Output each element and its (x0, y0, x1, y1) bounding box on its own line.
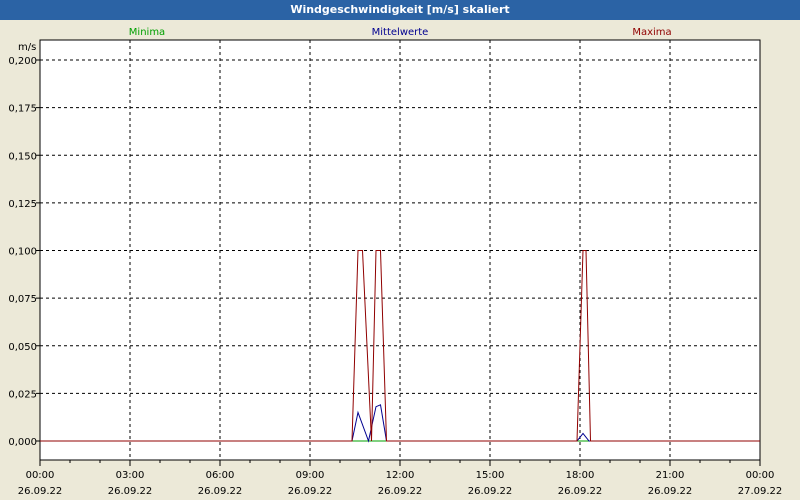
y-tick-label: 0,175 (8, 104, 37, 115)
x-tick-date: 26.09.22 (558, 486, 603, 497)
x-tick-date: 26.09.22 (468, 486, 513, 497)
y-tick-label: 0,025 (8, 389, 37, 400)
window-title: Windgeschwindigkeit [m/s] skaliert (0, 0, 800, 20)
x-tick-time: 12:00 (386, 470, 415, 481)
legend-entry-minima: Minima (129, 27, 165, 38)
x-axis: 00:00 26.09.22 03:00 26.09.22 06:00 26.09.22 0… (18, 460, 783, 497)
x-tick-date: 27.09.22 (738, 486, 783, 497)
y-axis: 0,000 0,025 0,050 0,075 0,100 0,125 0,150 0,175… (8, 56, 40, 448)
x-tick-time: 06:00 (206, 470, 235, 481)
x-tick-time: 00:00 (26, 470, 55, 481)
chart-window: Windgeschwindigkeit [m/s] skaliert 0,000… (0, 0, 800, 500)
x-tick-time: 09:00 (296, 470, 325, 481)
y-tick-label: 0,000 (8, 437, 37, 448)
y-tick-label: 0,075 (8, 294, 37, 305)
x-tick-date: 26.09.22 (198, 486, 243, 497)
x-tick-date: 26.09.22 (108, 486, 153, 497)
x-tick-time: 15:00 (476, 470, 505, 481)
x-tick-time: 18:00 (566, 470, 595, 481)
y-tick-label: 0,150 (8, 151, 37, 162)
legend-entry-maxima: Maxima (632, 27, 671, 38)
y-tick-label: 0,100 (8, 247, 37, 258)
x-tick-date: 26.09.22 (18, 486, 63, 497)
legend-entry-mittelwerte: Mittelwerte (372, 27, 429, 38)
y-tick-label: 0,200 (8, 56, 37, 67)
wind-speed-chart: 0,000 0,025 0,050 0,075 0,100 0,125 0,150 0,175… (8, 27, 783, 497)
x-tick-time: 03:00 (116, 470, 145, 481)
y-axis-label: m/s (18, 42, 36, 53)
y-tick-label: 0,125 (8, 199, 37, 210)
x-tick-time: 00:00 (746, 470, 775, 481)
x-tick-date: 26.09.22 (288, 486, 333, 497)
x-tick-date: 26.09.22 (378, 486, 423, 497)
legend: Minima Mittelwerte Maxima (129, 27, 672, 38)
x-tick-time: 21:00 (656, 470, 685, 481)
y-tick-label: 0,050 (8, 342, 37, 353)
x-tick-date: 26.09.22 (648, 486, 693, 497)
